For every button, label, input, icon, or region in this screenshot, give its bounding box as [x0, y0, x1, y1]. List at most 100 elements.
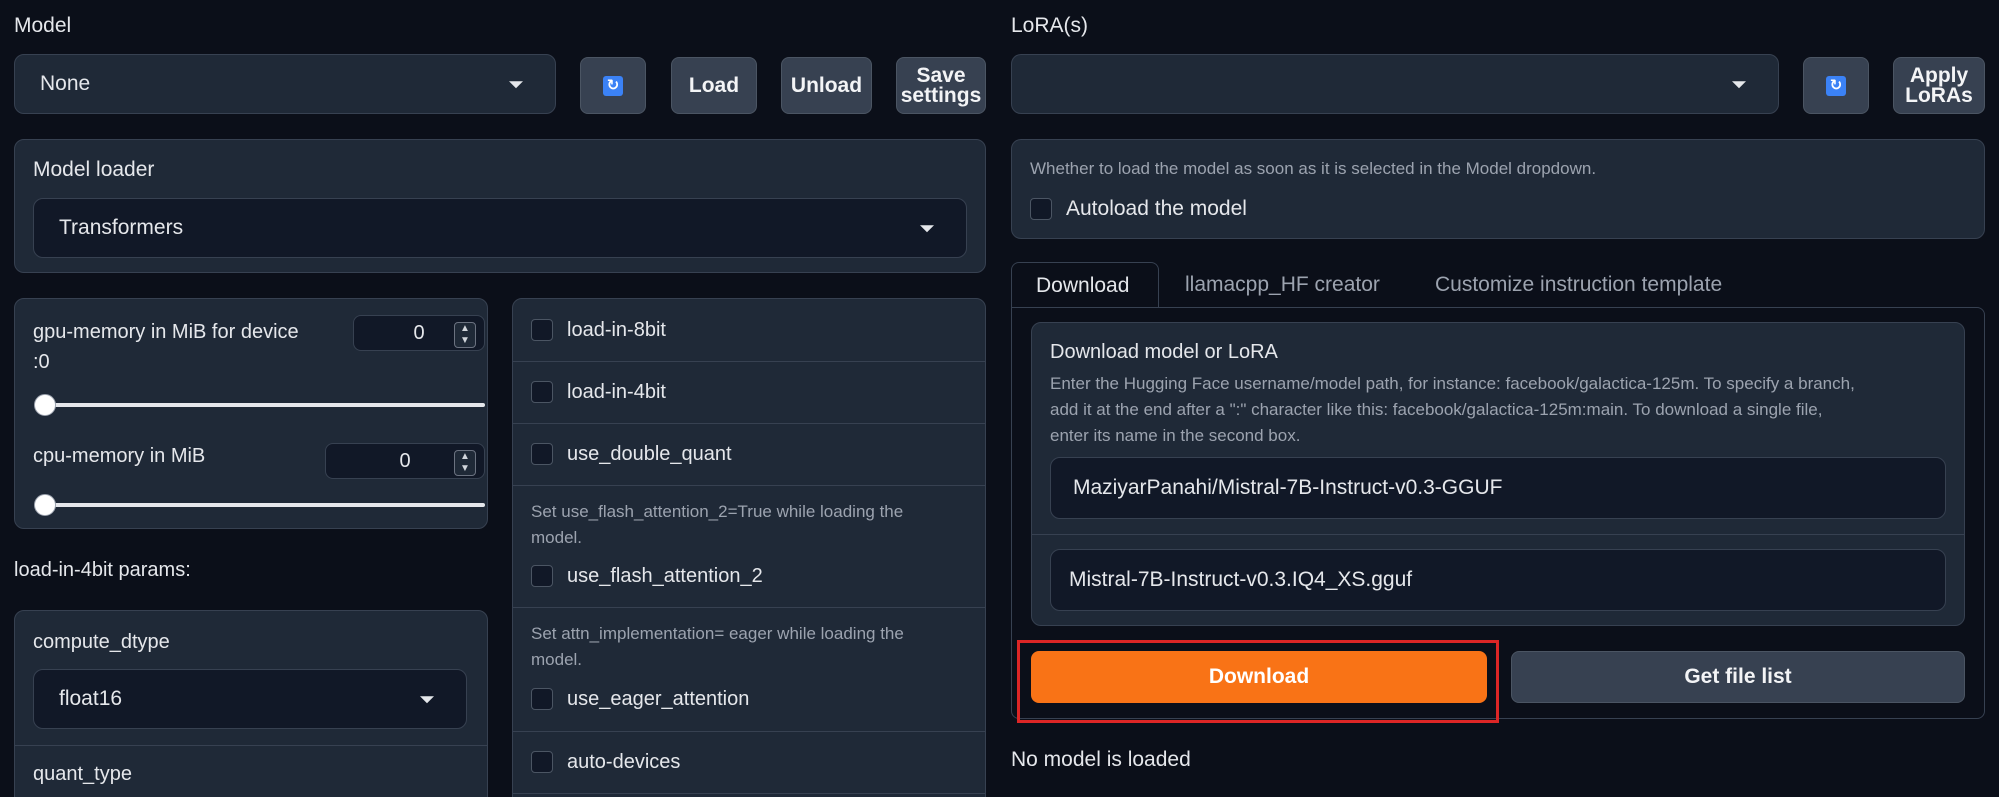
apply-loras-line1: Apply	[1909, 63, 1969, 87]
gpu-memory-slider-track[interactable]	[37, 403, 485, 407]
compute-dtype-label: compute_dtype	[33, 631, 170, 653]
divider	[513, 731, 985, 732]
cpu-memory-slider-thumb[interactable]	[34, 494, 56, 516]
use-eager-attention-checkbox[interactable]	[531, 688, 553, 710]
compute-dtype-value: float16	[59, 687, 123, 710]
4bit-params-panel: compute_dtype float16 quant_type	[14, 610, 488, 797]
model-dropdown-value: None	[40, 72, 91, 95]
unload-button[interactable]: Unload	[781, 57, 872, 114]
cpu-memory-label: cpu-memory in MiB	[33, 445, 206, 467]
eager-info-line1: Set attn_implementation= eager while loa…	[531, 624, 904, 643]
chevron-down-icon	[920, 225, 934, 233]
download-desc-line1: Enter the Hugging Face username/model pa…	[1050, 374, 1855, 393]
auto-devices-option[interactable]: auto-devices	[513, 749, 985, 775]
download-desc-line3: enter its name in the second box.	[1050, 426, 1301, 445]
apply-loras-line2: LoRAs	[1905, 83, 1973, 107]
refresh-icon: ↻	[1826, 75, 1846, 96]
download-desc-line2: add it at the end after a ":" character …	[1050, 400, 1823, 419]
gpu-memory-label: gpu-memory in MiB for device :0	[33, 317, 299, 377]
chevron-down-icon	[509, 81, 523, 89]
apply-loras-button[interactable]: Apply LoRAs	[1893, 57, 1985, 114]
tab-download[interactable]: Download	[1011, 262, 1159, 308]
tab-customize-instruction-template[interactable]: Customize instruction template	[1435, 273, 1722, 297]
cpu-memory-slider-track[interactable]	[37, 503, 485, 507]
autoload-info: Whether to load the model as soon as it …	[1030, 159, 1597, 178]
gpu-memory-input[interactable]: 0 ▲ ▼	[353, 315, 485, 351]
autoload-checkbox[interactable]	[1030, 198, 1052, 220]
save-settings-line1: Save	[916, 63, 966, 87]
gpu-memory-label-line2: :0	[33, 351, 50, 373]
model-loader-value: Transformers	[59, 216, 184, 239]
download-description: Enter the Hugging Face username/model pa…	[1050, 371, 1855, 449]
stepper-icon[interactable]: ▲ ▼	[454, 322, 476, 348]
load-in-4bit-label: load-in-4bit	[567, 380, 666, 403]
load-in-4bit-option[interactable]: load-in-4bit	[513, 379, 985, 405]
download-button[interactable]: Download	[1031, 651, 1487, 703]
flash-attention-info: Set use_flash_attention_2=True while loa…	[531, 499, 903, 551]
chevron-down-icon	[420, 696, 434, 704]
model-path-input[interactable]: MaziyarPanahi/Mistral-7B-Instruct-v0.3-G…	[1050, 457, 1946, 519]
tab-download-label: Download	[1036, 274, 1130, 297]
cpu-memory-value: 0	[399, 449, 411, 472]
divider	[1032, 534, 1964, 535]
model-loader-dropdown[interactable]: Transformers	[33, 198, 967, 258]
divider	[513, 361, 985, 362]
divider	[513, 607, 985, 608]
refresh-icon: ↻	[603, 75, 623, 96]
use-flash-attention-2-checkbox[interactable]	[531, 565, 553, 587]
compute-dtype-dropdown[interactable]: float16	[33, 669, 467, 729]
cpu-memory-input[interactable]: 0 ▲ ▼	[325, 443, 485, 479]
use-flash-attention-2-label: use_flash_attention_2	[567, 564, 763, 587]
gpu-memory-value: 0	[413, 321, 425, 344]
divider	[513, 423, 985, 424]
get-file-list-button[interactable]: Get file list	[1511, 651, 1965, 703]
model-label: Model	[14, 14, 72, 37]
auto-devices-checkbox[interactable]	[531, 751, 553, 773]
flash-info-line2: model.	[531, 528, 583, 547]
load-in-4bit-checkbox[interactable]	[531, 381, 553, 403]
file-name-value: Mistral-7B-Instruct-v0.3.IQ4_XS.gguf	[1069, 568, 1413, 591]
load-in-8bit-label: load-in-8bit	[567, 318, 666, 341]
gpu-memory-slider-thumb[interactable]	[34, 394, 56, 416]
lora-refresh-button[interactable]: ↻	[1803, 57, 1869, 114]
use-double-quant-option[interactable]: use_double_quant	[513, 441, 985, 467]
load-4bit-params-label: load-in-4bit params:	[14, 559, 191, 581]
flash-info-line1: Set use_flash_attention_2=True while loa…	[531, 502, 904, 521]
model-loader-label: Model loader	[33, 158, 155, 181]
model-status-text: No model is loaded	[1011, 748, 1191, 771]
save-settings-button[interactable]: Save settings	[896, 57, 986, 114]
model-loader-panel: Model loader Transformers	[14, 139, 986, 273]
eager-info-line2: model.	[531, 650, 583, 669]
divider	[513, 793, 985, 794]
tab-llamacpp-hf-creator[interactable]: llamacpp_HF creator	[1185, 273, 1380, 297]
download-panel: Download model or LoRA Enter the Hugging…	[1031, 322, 1965, 626]
lora-label: LoRA(s)	[1011, 14, 1089, 37]
load-in-8bit-option[interactable]: load-in-8bit	[513, 317, 985, 343]
options-panel: load-in-8bit load-in-4bit use_double_qua…	[512, 298, 986, 797]
use-flash-attention-2-option[interactable]: use_flash_attention_2	[513, 563, 985, 589]
load-in-8bit-checkbox[interactable]	[531, 319, 553, 341]
memory-panel: gpu-memory in MiB for device :0 0 ▲ ▼ cpu…	[14, 298, 488, 529]
auto-devices-label: auto-devices	[567, 750, 681, 773]
download-title: Download model or LoRA	[1050, 341, 1278, 363]
divider	[15, 745, 487, 746]
autoload-option[interactable]: Autoload the model	[1012, 194, 1984, 224]
model-dropdown[interactable]: None	[14, 54, 556, 114]
stepper-icon[interactable]: ▲ ▼	[454, 450, 476, 476]
divider	[513, 485, 985, 486]
chevron-down-icon	[1732, 81, 1746, 89]
autoload-label: Autoload the model	[1066, 197, 1247, 220]
use-eager-attention-label: use_eager_attention	[567, 687, 750, 710]
use-double-quant-checkbox[interactable]	[531, 443, 553, 465]
gpu-memory-label-line1: gpu-memory in MiB for device	[33, 321, 299, 343]
lora-dropdown[interactable]	[1011, 54, 1779, 114]
file-name-input[interactable]: Mistral-7B-Instruct-v0.3.IQ4_XS.gguf	[1050, 549, 1946, 611]
use-double-quant-label: use_double_quant	[567, 442, 732, 465]
eager-attention-info: Set attn_implementation= eager while loa…	[531, 621, 904, 673]
model-refresh-button[interactable]: ↻	[580, 57, 646, 114]
save-settings-line2: settings	[900, 83, 982, 107]
quant-type-label: quant_type	[33, 763, 132, 785]
load-button[interactable]: Load	[671, 57, 757, 114]
use-eager-attention-option[interactable]: use_eager_attention	[513, 686, 985, 712]
model-path-value: MaziyarPanahi/Mistral-7B-Instruct-v0.3-G…	[1073, 476, 1503, 499]
